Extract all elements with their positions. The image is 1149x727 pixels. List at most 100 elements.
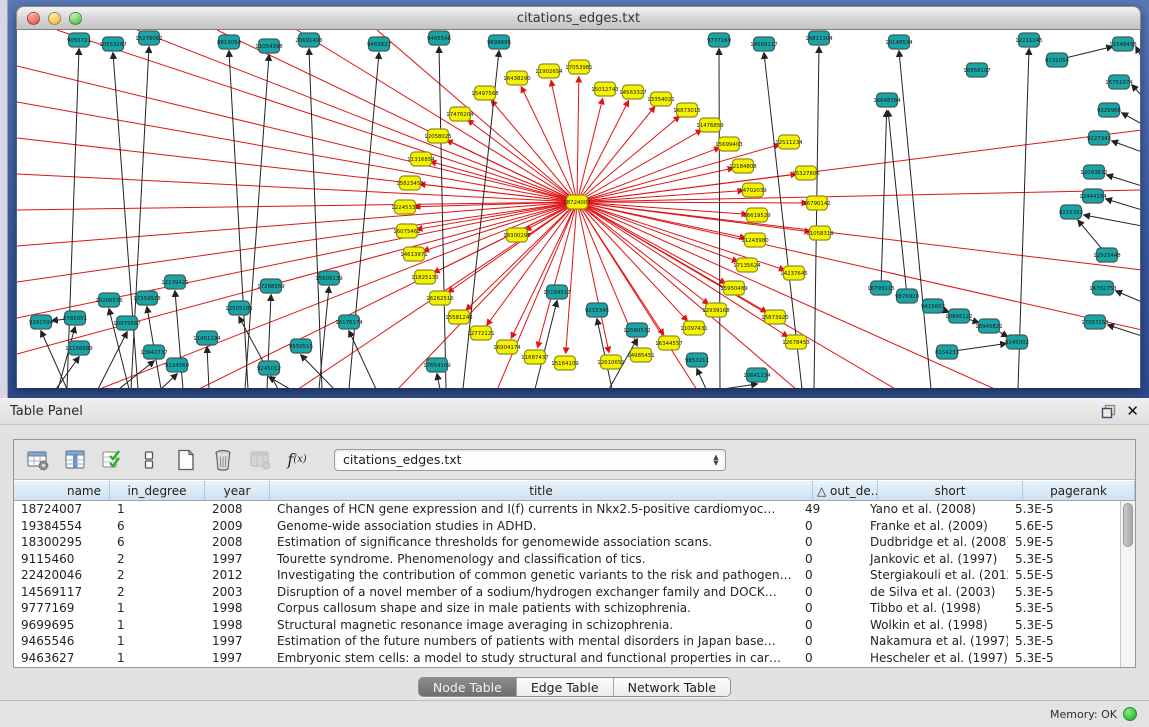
graph-node-yellow[interactable]: 14702039 [739,183,767,197]
tab-network-table[interactable]: Network Table [614,678,731,696]
table-row[interactable]: 1830029562008Estimation of significance … [14,534,1120,551]
graph-node-teal[interactable]: 9465546 [427,31,452,45]
column-header-in-degree[interactable]: in_degree [110,481,205,500]
graph-node-yellow[interactable]: 18300295 [503,228,530,242]
table-row[interactable]: 946362711997Embryonic stem cells: a mode… [14,650,1120,667]
graph-node-teal[interactable]: 12093832 [1080,165,1107,179]
graph-node-yellow[interactable]: 11476859 [696,118,724,132]
graph-node-teal[interactable]: 14569117 [750,37,777,51]
column-header-short[interactable]: short [878,481,1023,500]
graph-node-teal[interactable]: 17359928 [133,291,161,305]
graph-node-yellow[interactable]: 15497568 [471,86,499,100]
graph-node-teal[interactable]: 15184517 [543,285,570,299]
graph-node-teal[interactable]: 17654109 [423,358,451,372]
graph-node-teal[interactable]: 16176174 [335,315,363,329]
graph-node-yellow[interactable]: 15012743 [591,82,618,96]
graph-node-teal[interactable]: 12139421 [161,275,188,289]
tab-node-table[interactable]: Node Table [419,678,517,696]
graph-node-teal[interactable]: 9550515 [289,339,313,353]
delete-table-icon[interactable] [209,446,237,474]
graph-node-yellow[interactable]: 16904174 [493,340,521,354]
graph-node-teal[interactable]: 9245012 [257,361,281,375]
graph-node-teal[interactable]: 10845122 [945,309,972,323]
graph-node-yellow[interactable]: 17053981 [565,60,592,74]
table-row[interactable]: 969969511998Structural magnetic resonanc… [14,617,1120,634]
table-row[interactable]: 1872400712008Changes of HCN gene express… [14,501,1120,518]
column-header-name[interactable]: name [14,481,110,500]
graph-node-yellow[interactable]: 12610651 [597,355,624,369]
graph-node-teal[interactable]: 9876920 [895,289,920,303]
graph-node-yellow[interactable]: 14563327 [619,85,646,99]
graph-node-yellow[interactable]: 16438290 [503,71,531,85]
float-panel-icon[interactable] [1101,404,1116,419]
graph-node-yellow[interactable]: 16344557 [655,336,682,350]
graph-node-teal[interactable]: 12560532 [623,323,650,337]
graph-node-teal[interactable]: 9463627 [367,37,391,51]
graph-node-yellow[interactable]: 17476204 [446,107,474,121]
graph-node-teal[interactable]: 8154233 [935,345,959,359]
graph-node-yellow[interactable]: 11902654 [535,64,563,78]
column-header-pagerank[interactable]: pagerank [1023,481,1135,500]
graph-node-teal[interactable]: 15276062 [135,31,162,45]
graph-node-teal[interactable]: 10975887 [113,316,140,330]
graph-node-teal[interactable]: 16793215 [867,281,894,295]
graph-node-yellow[interactable]: 15873920 [761,310,789,324]
graph-node-teal[interactable]: 8785051 [63,311,87,325]
graph-node-yellow[interactable]: 16619529 [743,208,771,222]
graph-node-teal[interactable]: 9853211 [685,353,709,367]
graph-node-yellow[interactable]: 12245331 [391,200,418,214]
graph-node-teal[interactable]: 8813054 [217,35,242,49]
graph-node-yellow[interactable]: 17135624 [733,258,761,272]
table-row[interactable]: 946554611997Estimation of the future num… [14,633,1120,650]
graph-node-teal[interactable]: 10148534 [885,35,913,49]
graph-node-teal[interactable]: 12211245 [1015,33,1042,47]
graph-node-teal[interactable]: 15605139 [315,271,343,285]
graph-node-yellow[interactable]: 11825133 [411,270,438,284]
graph-node-yellow[interactable]: 11687437 [521,350,548,364]
graph-node-yellow[interactable]: 16075462 [393,224,420,238]
network-view-window[interactable]: citations_edges.txt 15497568174762041205… [16,6,1141,388]
graph-node-yellow[interactable]: 16790142 [803,196,830,210]
graph-node-teal[interactable]: 16782753 [1089,281,1116,295]
graph-node-teal[interactable]: 9227343 [1087,131,1111,145]
graph-node-teal[interactable]: 17288959 [257,279,285,293]
graph-node-yellow[interactable]: 12772121 [467,326,494,340]
graph-node-teal[interactable]: 20691406 [295,33,323,47]
tab-edge-table[interactable]: Edge Table [517,678,614,696]
graph-node-yellow[interactable]: 15950489 [720,281,748,295]
graph-node-yellow[interactable]: 14613971 [400,247,427,261]
column-header-title[interactable]: title [270,481,813,500]
select-columns-icon[interactable] [98,446,126,474]
table-panel-header[interactable]: Table Panel ✕ [0,399,1149,425]
graph-node-teal[interactable]: 16648784 [873,93,901,107]
graph-node-yellow[interactable]: 18724007 [563,195,590,209]
graph-node-teal[interactable]: 9245002 [1005,335,1029,349]
table-source-dropdown[interactable]: citations_edges.txt ▲▼ [334,449,726,471]
graph-node-yellow[interactable]: 11058319 [806,226,834,240]
table-settings-icon[interactable] [24,446,52,474]
graph-node-yellow[interactable]: 15823453 [396,176,423,190]
graph-node-teal[interactable]: 9391594 [29,315,54,329]
graph-node-yellow[interactable]: 14237645 [780,266,807,280]
graph-node-yellow[interactable]: 12184808 [729,159,757,173]
graph-node-yellow[interactable]: 12058025 [424,129,451,143]
table-row[interactable]: 2242004622012Investigating the contribut… [14,567,1120,584]
graph-node-teal[interactable]: 15751074 [1105,75,1133,89]
graph-node-teal[interactable]: 12923448 [1093,248,1121,262]
table-columns-icon[interactable] [61,446,89,474]
graph-node-teal[interactable]: 8215353 [1059,205,1083,219]
scrollbar-thumb[interactable] [1123,503,1133,547]
graph-node-yellow[interactable]: 12511234 [775,135,803,149]
graph-node-teal[interactable]: 9234560 [165,358,190,372]
graph-node-yellow[interactable]: 15164109 [551,356,579,370]
table-row[interactable]: 911546021997Tourette syndrome. Phenomeno… [14,551,1120,568]
graph-node-teal[interactable]: 11054398 [255,39,283,53]
graph-node-yellow[interactable]: 12939168 [702,303,730,317]
table-vertical-scrollbar[interactable] [1120,501,1135,667]
graph-node-yellow[interactable]: 12678453 [782,335,809,349]
graph-node-teal[interactable]: 9415602 [921,299,945,313]
graph-node-teal[interactable]: 12505185 [225,301,252,315]
graph-node-yellow[interactable]: 14985451 [627,348,654,362]
graph-node-teal[interactable]: 16958107 [963,63,990,77]
graph-node-teal[interactable]: 17957253 [1081,315,1108,329]
